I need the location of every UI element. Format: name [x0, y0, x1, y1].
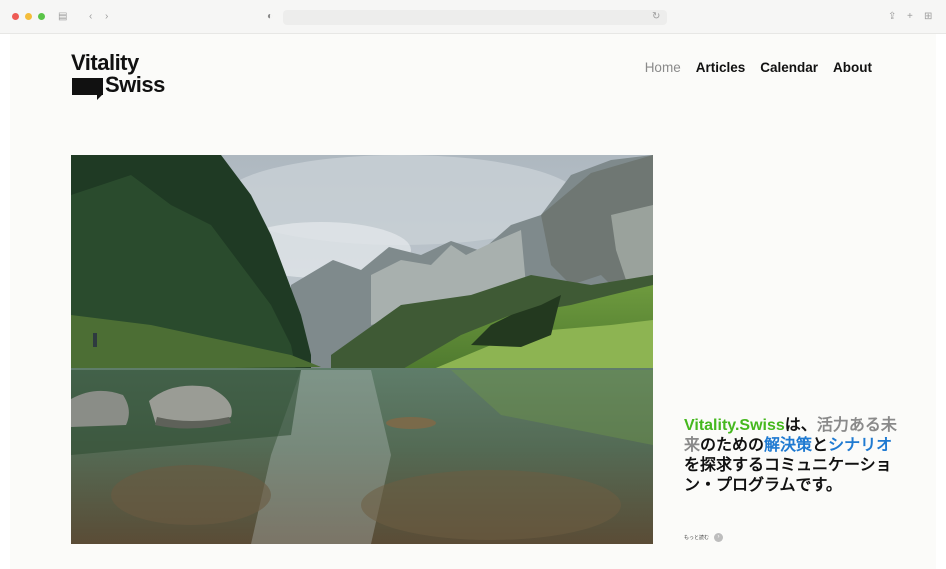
mountain-lake-illustration [71, 155, 653, 544]
logo-line2-text: Swiss [105, 72, 165, 97]
arrow-right-icon: › [714, 533, 724, 542]
site-logo[interactable]: Vitality Swiss [71, 50, 165, 100]
tagline-text-4: を探求するコミュニケーション・プログラムです。 [684, 457, 892, 494]
window-controls [12, 13, 45, 20]
read-more-link[interactable]: もっと読む › [684, 533, 724, 542]
close-window-button[interactable] [12, 13, 19, 20]
tagline-link-solutions[interactable]: 解決策 [764, 437, 812, 454]
nav-calendar[interactable]: Calendar [760, 60, 818, 75]
logo-line2: Swiss [71, 74, 165, 100]
forward-icon[interactable]: › [105, 10, 108, 24]
minimize-window-button[interactable] [25, 13, 32, 20]
new-tab-icon[interactable]: + [907, 10, 913, 24]
read-more-label: もっと読む [684, 535, 710, 541]
tagline-text-1: は、 [784, 417, 817, 434]
tagline-text-3: と [812, 437, 829, 454]
reload-icon[interactable]: ↻ [652, 10, 660, 24]
tab-overview-icon[interactable]: ⊞ [924, 10, 932, 24]
logo-line1: Vitality [71, 50, 139, 75]
web-page: Vitality Swiss Home Articles Calendar Ab… [10, 34, 936, 569]
nav-about[interactable]: About [833, 60, 872, 75]
browser-toolbar: ▤ ‹ › ◐ ↻ ⇪ + ⊞ [0, 0, 946, 34]
speech-bubble-logo-icon [72, 78, 103, 100]
tagline-brand[interactable]: Vitality.Swiss [684, 417, 785, 434]
hero-image [71, 155, 653, 544]
privacy-shield-icon[interactable]: ◐ [267, 10, 273, 24]
address-bar[interactable] [283, 10, 667, 25]
tagline-text-2: のための [700, 437, 765, 454]
nav-home[interactable]: Home [645, 60, 681, 75]
share-icon[interactable]: ⇪ [888, 10, 896, 24]
tagline-link-scenarios[interactable]: シナリオ [828, 437, 892, 454]
zoom-window-button[interactable] [38, 13, 45, 20]
sidebar-icon[interactable]: ▤ [58, 10, 67, 24]
back-icon[interactable]: ‹ [89, 10, 92, 24]
main-nav: Home Articles Calendar About [645, 60, 872, 75]
tagline: Vitality.Swissは、活力ある未来のための解決策とシナリオを探求するコ… [684, 416, 904, 496]
nav-articles[interactable]: Articles [696, 60, 746, 75]
